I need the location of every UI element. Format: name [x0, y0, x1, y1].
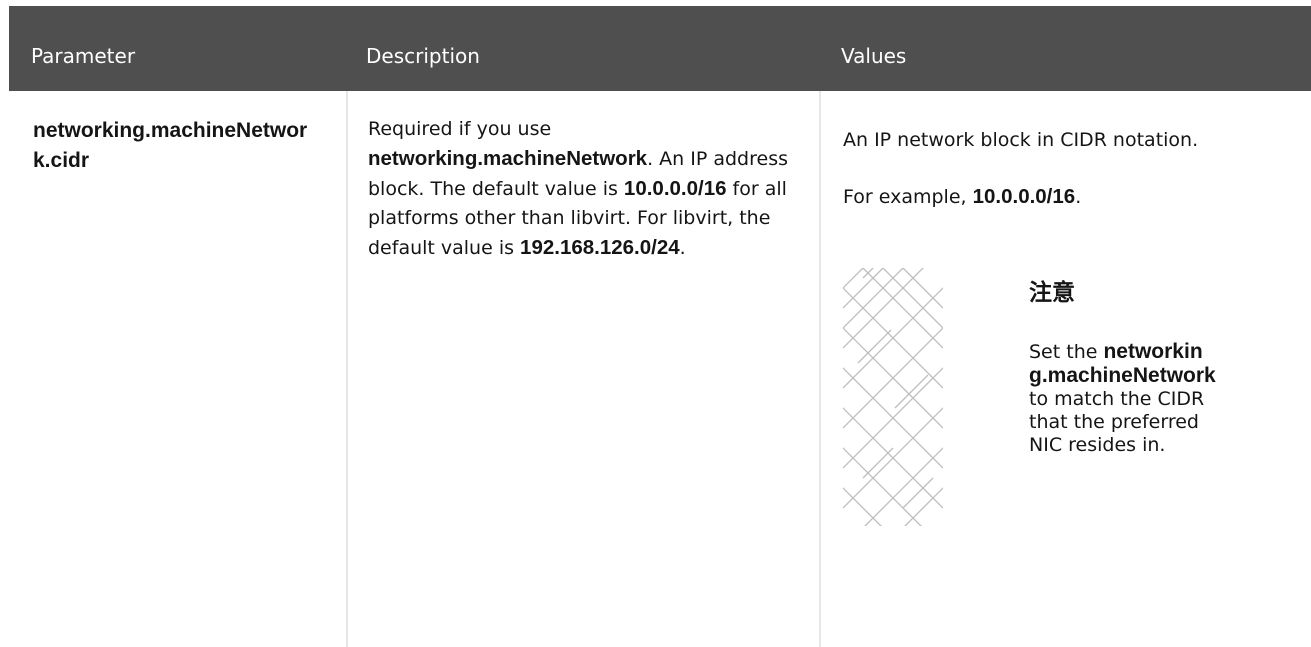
column-divider — [819, 91, 821, 647]
example-suffix: . — [1075, 186, 1082, 208]
description-code-default: 10.0.0.0/16 — [623, 177, 727, 200]
example-prefix: For example, — [843, 186, 973, 208]
header-description: Description — [366, 44, 480, 68]
header-values: Values — [841, 44, 907, 68]
parameter-name: networking.machineNetwork.cidr — [33, 116, 318, 176]
parameter-name-text: networking.machineNetwork.cidr — [33, 119, 308, 172]
header-parameter: Parameter — [31, 44, 136, 68]
description-text: . — [679, 237, 686, 259]
description-code-libvirt: 192.168.126.0/24 — [520, 236, 680, 259]
note-body: Set the networking.machineNetwork to mat… — [1029, 340, 1219, 457]
values-example: For example, 10.0.0.0/16. — [843, 182, 1283, 212]
note-text: to match the CIDR that the preferred NIC… — [1029, 388, 1205, 456]
column-divider — [346, 91, 348, 647]
parameter-table: Parameter Description Values networking.… — [0, 0, 1311, 647]
important-pattern-icon — [843, 268, 943, 526]
important-note: 注意 Set the networking.machineNetwork to … — [843, 262, 1283, 532]
parameter-values: An IP network block in CIDR notation. Fo… — [843, 126, 1283, 239]
description-text: Required if you use — [368, 118, 552, 140]
description-code-machinenetwork: networking.machineNetwork — [368, 147, 648, 170]
note-title: 注意 — [1029, 280, 1075, 306]
example-value: 10.0.0.0/16 — [972, 185, 1076, 208]
table-header: Parameter Description Values — [9, 6, 1311, 91]
parameter-description: Required if you use networking.machineNe… — [368, 115, 793, 263]
values-line: An IP network block in CIDR notation. — [843, 129, 1199, 151]
note-text: Set the — [1029, 341, 1104, 363]
